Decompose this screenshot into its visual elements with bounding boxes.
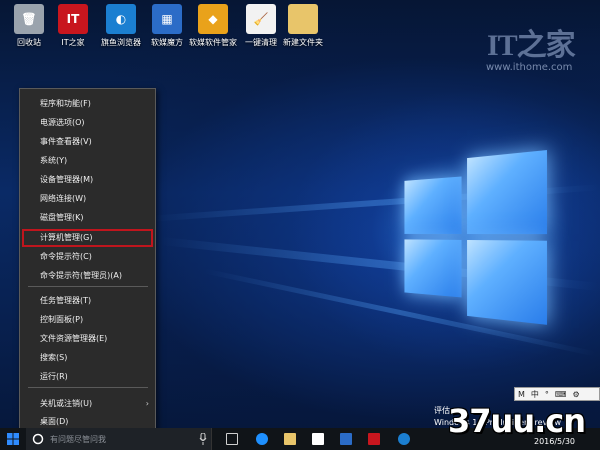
menu-item[interactable]: 网络连接(W) <box>20 190 155 208</box>
tray-date: 2016/5/30 <box>534 437 576 446</box>
sailfish-icon <box>398 433 410 445</box>
ime-button[interactable]: ° <box>545 390 549 399</box>
ithome-icon: IT <box>58 4 88 34</box>
chevron-right-icon: › <box>145 399 149 408</box>
menu-item[interactable]: 搜索(S) <box>20 349 155 367</box>
menu-item[interactable]: 事件查看器(V) <box>20 133 155 151</box>
menu-item-label: 运行(R) <box>40 372 68 381</box>
menu-item-label: 网络连接(W) <box>40 194 87 203</box>
menu-item[interactable]: 关机或注销(U) › <box>20 395 155 413</box>
task-view-icon <box>226 433 238 445</box>
ime-button[interactable]: ⚙ <box>572 390 579 399</box>
menu-item[interactable]: 设备管理器(M) <box>20 171 155 189</box>
ime-toolbar[interactable]: M 中 ° ⌨ ⚙ <box>514 387 600 401</box>
start-button[interactable] <box>0 428 26 450</box>
menu-item-label: 文件资源管理器(E) <box>40 334 108 343</box>
site-watermark: 37uu.cn <box>448 402 586 440</box>
logo-pane <box>467 150 547 235</box>
menu-item-label: 事件查看器(V) <box>40 137 92 146</box>
ithome-watermark-url: www.ithome.com <box>486 62 573 73</box>
search-placeholder: 有问题尽管问我 <box>50 435 106 444</box>
menu-item-label: 控制面板(P) <box>40 315 84 324</box>
windows-logo-art <box>404 150 547 325</box>
menu-separator <box>28 387 148 388</box>
file-explorer-icon <box>284 433 296 445</box>
logo-pane <box>467 239 547 325</box>
search-box[interactable]: 有问题尽管问我 <box>26 428 212 450</box>
menu-item[interactable]: 运行(R) <box>20 368 155 386</box>
taskbar-app-button[interactable] <box>278 428 302 450</box>
menu-item[interactable]: 文件资源管理器(E) <box>20 330 155 348</box>
menu-item[interactable]: 命令提示符(管理员)(A) <box>20 267 155 285</box>
menu-item-label: 搜索(S) <box>40 353 68 362</box>
menu-item-label: 设备管理器(M) <box>40 175 94 184</box>
taskbar-app-button[interactable] <box>392 428 416 450</box>
software-manager-icon: ◆ <box>198 4 228 34</box>
menu-item-label: 系统(Y) <box>40 156 68 165</box>
folder-icon <box>288 4 318 34</box>
one-click-clean-icon: 🧹 <box>246 4 276 34</box>
cortana-icon <box>32 433 44 445</box>
taskbar-app-button[interactable] <box>250 428 274 450</box>
ime-button[interactable]: M <box>518 390 525 399</box>
desktop-icon[interactable]: IT IT之家 <box>46 4 100 48</box>
desktop-icon-label: 软媒软件管家 <box>189 38 237 47</box>
menu-item[interactable]: 控制面板(P) <box>20 311 155 329</box>
menu-separator <box>28 286 148 287</box>
logo-pane <box>404 239 462 298</box>
menu-item-label: 命令提示符(C) <box>40 252 92 261</box>
menu-item[interactable]: 磁盘管理(K) <box>20 209 155 227</box>
microphone-icon[interactable] <box>199 433 207 445</box>
desktop-icon[interactable]: 新建文件夹 <box>276 4 330 48</box>
mofang-icon <box>340 433 352 445</box>
recycle-bin-icon: 🗑 <box>14 4 44 34</box>
store-icon <box>312 433 324 445</box>
ithome-icon <box>368 433 380 445</box>
taskbar-app-button[interactable] <box>362 428 386 450</box>
menu-item[interactable]: 电源选项(O) <box>20 114 155 132</box>
taskbar-app-button[interactable] <box>334 428 358 450</box>
ime-button[interactable]: 中 <box>531 389 539 400</box>
menu-item-label: 电源选项(O) <box>40 118 85 127</box>
taskbar-app-button[interactable] <box>220 428 244 450</box>
menu-item-label: 程序和功能(F) <box>40 99 91 108</box>
logo-pane <box>404 176 462 234</box>
ime-button[interactable]: ⌨ <box>555 390 567 399</box>
menu-item-label: 关机或注销(U) <box>40 399 93 408</box>
menu-item[interactable]: 系统(Y) <box>20 152 155 170</box>
desktop-icon-label: 新建文件夹 <box>283 38 323 47</box>
sailfish-browser-icon: ◐ <box>106 4 136 34</box>
menu-item[interactable]: 任务管理器(T) <box>20 292 155 310</box>
taskbar-app-button[interactable] <box>306 428 330 450</box>
menu-item[interactable]: 命令提示符(C) <box>20 248 155 266</box>
desktop-icon-label: IT之家 <box>61 38 85 47</box>
edge-icon <box>256 433 268 445</box>
menu-item[interactable]: 计算机管理(G) <box>22 229 153 247</box>
desktop-icon[interactable]: ◆ 软媒软件管家 <box>186 4 240 48</box>
windows-start-icon <box>7 433 19 445</box>
winx-context-menu: 程序和功能(F) 电源选项(O) 事件查看器(V) 系统(Y) 设备管理器(M) 网络连接… <box>19 88 156 437</box>
menu-item-label: 计算机管理(G) <box>40 233 93 242</box>
menu-item-label: 命令提示符(管理员)(A) <box>40 271 122 280</box>
menu-item[interactable]: 程序和功能(F) <box>20 95 155 113</box>
menu-item-label: 桌面(D) <box>40 417 69 426</box>
menu-item-label: 磁盘管理(K) <box>40 213 84 222</box>
ruanmei-mofang-icon: ▦ <box>152 4 182 34</box>
menu-item-label: 任务管理器(T) <box>40 296 92 305</box>
ithome-watermark-logo: IT之家 <box>487 29 576 62</box>
